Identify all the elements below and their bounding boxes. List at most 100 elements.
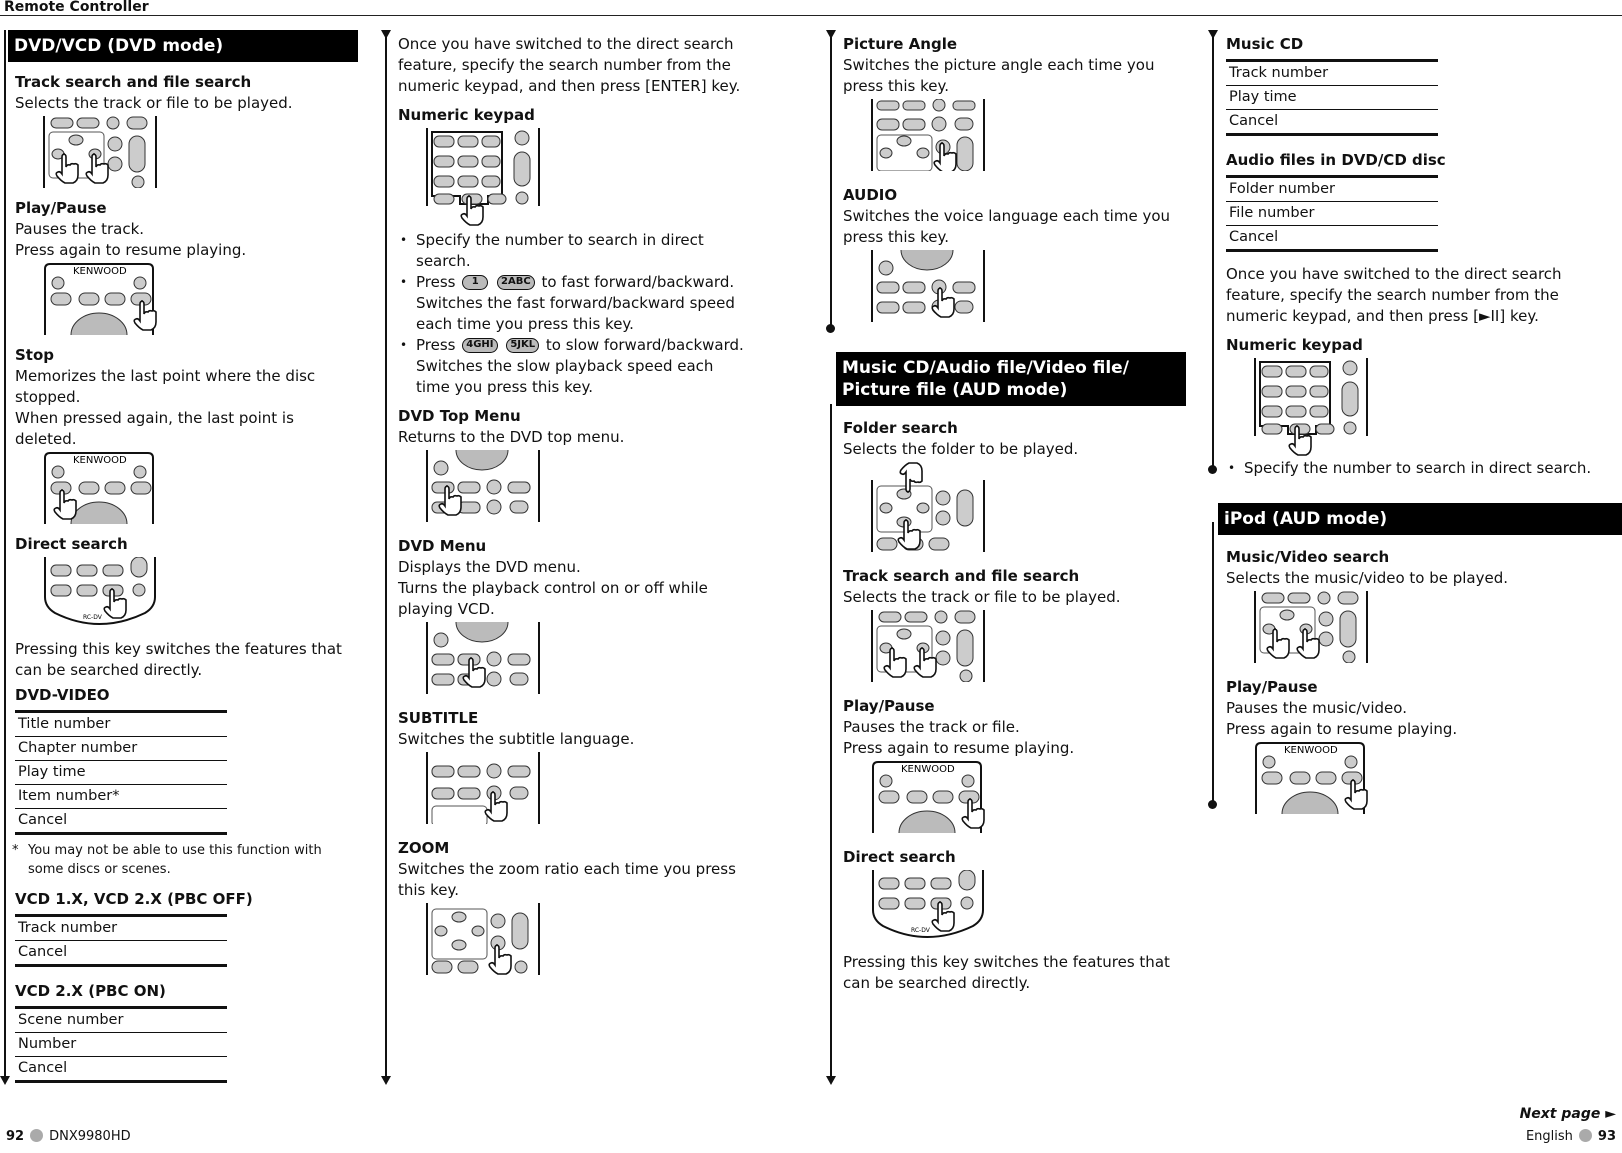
arrow-down-icon: [826, 1076, 836, 1085]
bullet-item: Press 4GHI 5JKL to slow forward/backward…: [398, 335, 748, 398]
remote-track-search-illustration: [43, 116, 157, 188]
zoom-desc: Switches the zoom ratio each time you pr…: [398, 860, 736, 899]
track-search-title: Track search and file search: [15, 73, 252, 91]
remote-brand-label: KENWOOD: [901, 764, 955, 775]
footnote-text: You may not be able to use this function…: [28, 843, 322, 877]
bullet-text: Switches the fast forward/backward speed…: [416, 294, 735, 333]
audio-desc: Switches the voice language each time yo…: [843, 207, 1171, 246]
page-dot-icon: [30, 1129, 44, 1142]
column-2: Once you have switched to the direct sea…: [398, 34, 748, 975]
language-label: English: [1525, 1129, 1573, 1144]
dvd-top-menu-desc: Returns to the DVD top menu.: [398, 428, 625, 446]
ipod-play-pause-line2: Press again to resume playing.: [1226, 720, 1458, 738]
remote-play-pause-illustration: KENWOOD: [44, 263, 157, 335]
option-row: File number: [1226, 201, 1438, 226]
remote-direct-search-illustration: RC-DV: [44, 557, 156, 625]
section-title-ipod: iPod (AUD mode): [1218, 503, 1622, 535]
zoom-title: ZOOM: [398, 839, 450, 857]
direct-search-title: Direct search: [15, 535, 128, 553]
option-row: Chapter number: [15, 736, 227, 761]
footer-right: English 93: [1526, 1126, 1616, 1147]
aud-play-pause-line1: Pauses the track or file.: [843, 718, 1020, 736]
bullet-text: Switches the slow playback speed each ti…: [416, 357, 714, 396]
remote-brand-label: KENWOOD: [73, 455, 127, 466]
option-row: Cancel: [15, 940, 227, 967]
ipod-play-pause-line1: Pauses the music/video.: [1226, 699, 1407, 717]
audio-files-title: Audio files in DVD/CD disc: [1226, 151, 1446, 169]
direct-search-intro: Once you have switched to the direct sea…: [398, 35, 741, 95]
option-row: Track number: [1226, 59, 1438, 86]
option-row: Title number: [15, 710, 227, 737]
play-pause-title: Play/Pause: [15, 199, 107, 217]
column-guide-line: [4, 30, 6, 1078]
music-video-search-title: Music/Video search: [1226, 548, 1390, 566]
column-guide-line: [1212, 36, 1214, 468]
column-1: DVD/VCD (DVD mode) Track search and file…: [8, 30, 358, 1083]
arrow-down-icon: [1208, 30, 1218, 39]
end-dot-icon: [826, 324, 835, 333]
option-row: Folder number: [1226, 175, 1438, 202]
end-dot-icon: [1208, 465, 1217, 474]
remote-model-label: RC-DV: [911, 927, 931, 934]
arrow-down-icon: [826, 30, 836, 39]
option-row: Cancel: [15, 1056, 227, 1083]
bullet-text: Press: [416, 336, 456, 354]
page-header-title: Remote Controller: [4, 0, 149, 15]
aud-direct-search-title: Direct search: [843, 848, 956, 866]
aud-track-search-desc: Selects the track or file to be played.: [843, 588, 1121, 606]
option-row: Number: [15, 1032, 227, 1057]
remote-ipod-play-pause-illustration: KENWOOD: [1255, 742, 1368, 814]
footnote-marker: *: [12, 843, 19, 858]
remote-model-label: RC-DV: [83, 614, 103, 621]
track-search-desc: Selects the track or file to be played.: [15, 94, 293, 112]
bullet-text: Specify the number to search in direct s…: [1244, 459, 1592, 477]
stop-title: Stop: [15, 346, 55, 364]
remote-numeric-keypad-illustration: [426, 128, 540, 226]
stop-line2: When pressed again, the last point is de…: [15, 409, 294, 448]
column-guide-line: [385, 36, 387, 1078]
remote-stop-illustration: KENWOOD: [44, 452, 154, 524]
option-row: Cancel: [1226, 225, 1438, 252]
aud-play-pause-line2: Press again to resume playing.: [843, 739, 1075, 757]
option-row: Scene number: [15, 1006, 227, 1033]
model-name: DNX9980HD: [49, 1129, 131, 1144]
option-row: Cancel: [1226, 109, 1438, 136]
dvd-menu-line2: Turns the playback control on or off whi…: [398, 579, 708, 618]
vcd-pbc-off-title: VCD 1.X, VCD 2.X (PBC OFF): [15, 890, 253, 908]
bullet-text: to slow forward/backward.: [545, 336, 744, 354]
column-guide-line: [830, 404, 832, 1078]
footer-left: 92 DNX9980HD: [6, 1126, 131, 1147]
vcd-pbc-on-options-table: Scene number Number Cancel: [15, 1006, 227, 1083]
bullet-text: to fast forward/backward.: [541, 273, 735, 291]
column-4: Music CD Track number Play time Cancel A…: [1218, 34, 1622, 814]
remote-aud-numeric-keypad-illustration: [1254, 358, 1368, 456]
bullet-item: Press 1 2ABC to fast forward/backward. S…: [398, 272, 748, 335]
ipod-play-pause-title: Play/Pause: [1226, 678, 1318, 696]
option-row: Cancel: [15, 808, 227, 835]
remote-subtitle-illustration: [426, 752, 540, 824]
column-guide-line: [830, 36, 832, 326]
arrow-down-icon: [381, 30, 391, 39]
play-pause-line2: Press again to resume playing.: [15, 241, 247, 259]
vcd-pbc-on-title: VCD 2.X (PBC ON): [15, 982, 166, 1000]
folder-search-title: Folder search: [843, 419, 958, 437]
aud-track-search-title: Track search and file search: [843, 567, 1080, 585]
aud-numeric-keypad-title: Numeric keypad: [1226, 336, 1363, 354]
bullet-item: Specify the number to search in direct s…: [1226, 458, 1622, 479]
footnote: * You may not be able to use this functi…: [12, 841, 358, 879]
picture-angle-desc: Switches the picture angle each time you…: [843, 56, 1155, 95]
dvd-menu-line1: Displays the DVD menu.: [398, 558, 581, 576]
key-4ghi-icon: 4GHI: [462, 338, 498, 353]
music-cd-title: Music CD: [1226, 35, 1304, 53]
keypad-bullet-list: Specify the number to search in direct s…: [398, 230, 748, 398]
next-page-link[interactable]: Next page ►: [1520, 1104, 1616, 1125]
numeric-keypad-title: Numeric keypad: [398, 106, 535, 124]
dvd-video-options-table: Title number Chapter number Play time It…: [15, 710, 227, 835]
dvd-video-title: DVD-VIDEO: [15, 686, 110, 704]
folder-search-desc: Selects the folder to be played.: [843, 440, 1079, 458]
play-pause-line1: Pauses the track.: [15, 220, 145, 238]
page-dot-icon: [1578, 1129, 1592, 1142]
music-cd-options-table: Track number Play time Cancel: [1226, 59, 1438, 136]
right-page-number: 93: [1597, 1129, 1616, 1144]
aud-play-pause-title: Play/Pause: [843, 697, 935, 715]
